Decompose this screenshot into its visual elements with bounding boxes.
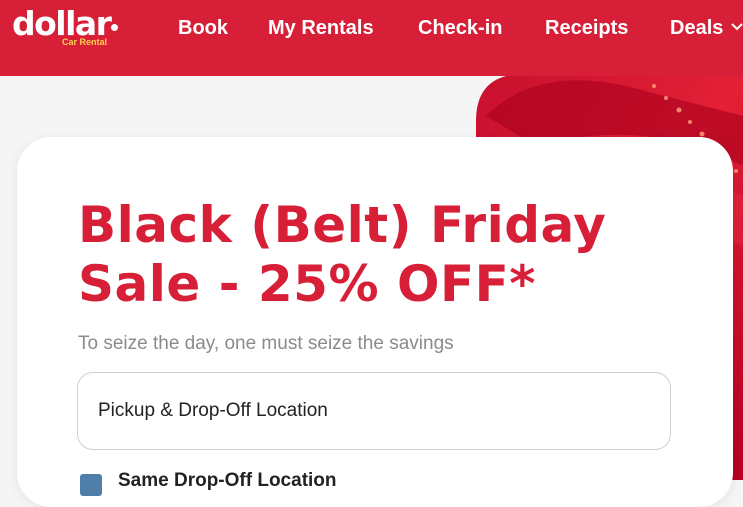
top-navigation-bar: dollar Car Rental Book My Rentals Check-…	[0, 0, 743, 76]
promo-tagline: To seize the day, one must seize the sav…	[78, 333, 454, 354]
nav-check-in-link[interactable]: Check-in	[418, 16, 502, 40]
same-drop-off-checkbox[interactable]	[80, 474, 102, 496]
nav-book-link[interactable]: Book	[178, 16, 228, 40]
chevron-down-icon[interactable]	[731, 20, 743, 34]
promo-headline: Black (Belt) Friday Sale - 25% OFF*	[78, 196, 698, 314]
headline-line-2: Sale - 25% OFF*	[78, 255, 536, 313]
pickup-location-input[interactable]: Pickup & Drop-Off Location	[77, 372, 671, 450]
same-drop-off-label: Same Drop-Off Location	[118, 470, 337, 491]
nav-deals-link[interactable]: Deals	[670, 16, 723, 40]
booking-card	[17, 137, 733, 507]
nav-my-rentals-link[interactable]: My Rentals	[268, 16, 374, 40]
nav-receipts-link[interactable]: Receipts	[545, 16, 628, 40]
pickup-location-placeholder: Pickup & Drop-Off Location	[98, 400, 328, 421]
brand-subtitle: Car Rental	[62, 37, 108, 47]
headline-line-1: Black (Belt) Friday	[78, 196, 607, 254]
dollar-logo[interactable]: dollar Car Rental	[12, 2, 119, 47]
logo-dot	[111, 24, 119, 31]
